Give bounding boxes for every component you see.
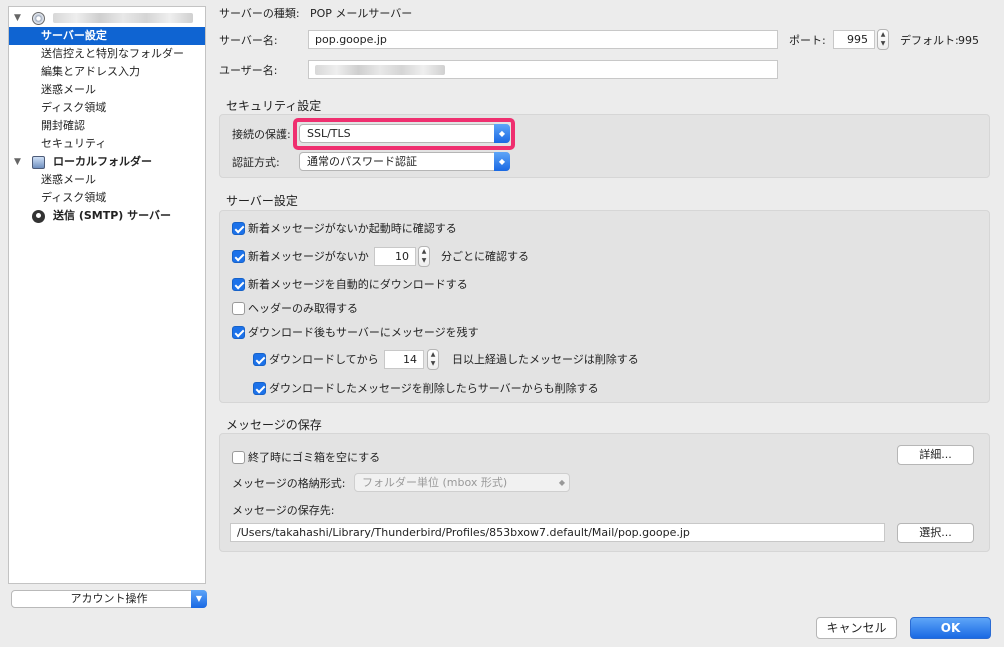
check-startup-checkbox[interactable] [232,222,245,235]
leave-on-server-checkbox[interactable] [232,326,245,339]
headers-only-checkbox[interactable] [232,302,245,315]
sidebar-item-label: セキュリティ [41,137,107,150]
delete-from-server-label: ダウンロードしたメッセージを削除したらサーバーからも削除する [269,382,599,395]
store-type-value: フォルダー単位 (mbox 形式) [362,476,508,489]
default-port-value: 995 [958,34,979,47]
details-button[interactable]: 詳細... [897,445,974,465]
local-dir-input[interactable]: /Users/takahashi/Library/Thunderbird/Pro… [230,523,885,542]
account-tree[interactable]: ▼ サーバー設定 送信控えと特別なフォルダー 編集とアドレス入力 迷惑メール デ… [8,6,206,584]
user-name-redacted [315,65,445,75]
default-port-label: デフォルト: [900,34,959,47]
sidebar-item-receipts[interactable]: 開封確認 [9,117,205,135]
sidebar-item-local-junk[interactable]: 迷惑メール [9,171,205,189]
auth-method-value: 通常のパスワード認証 [307,155,417,168]
local-folder-icon [32,156,45,169]
port-input[interactable]: 995 [833,30,875,49]
sidebar-item-server-settings[interactable]: サーバー設定 [9,27,205,45]
chevron-updown-icon: ◆ [494,124,510,143]
ok-button[interactable]: OK [910,617,991,639]
headers-only-label: ヘッダーのみ取得する [248,302,358,315]
tree-smtp-row[interactable]: 送信 (SMTP) サーバー [9,207,205,225]
server-name-label: サーバー名: [219,34,278,47]
sidebar-item-label: 送信控えと特別なフォルダー [41,47,184,60]
auth-method-select[interactable]: 通常のパスワード認証 ◆ [299,152,510,171]
tree-local-folders-row[interactable]: ▼ ローカルフォルダー [9,153,205,171]
port-label: ポート: [789,34,826,47]
check-interval-stepper[interactable]: ▲ ▼ [418,246,430,267]
browse-button[interactable]: 選択... [897,523,974,543]
empty-trash-label: 終了時にゴミ箱を空にする [248,451,381,464]
store-type-select[interactable]: フォルダー単位 (mbox 形式) ◆ [354,473,570,492]
sidebar-item-label: 開封確認 [41,119,85,132]
server-type-value: POP メールサーバー [310,7,413,20]
empty-trash-checkbox[interactable] [232,451,245,464]
sidebar-item-junk[interactable]: 迷惑メール [9,81,205,99]
check-every-checkbox[interactable] [232,250,245,263]
sidebar-item-local-disk-space[interactable]: ディスク領域 [9,189,205,207]
disclosure-open-icon[interactable]: ▼ [14,9,21,27]
message-storage-section-title: メッセージの保存 [226,418,322,432]
sidebar-item-label: 迷惑メール [41,173,96,186]
chevron-updown-icon: ◆ [494,152,510,171]
chevron-updown-icon: ◆ [558,478,566,487]
account-name-redacted [53,13,193,23]
port-stepper[interactable]: ▲ ▼ [877,29,889,50]
disclosure-open-icon[interactable]: ▼ [14,153,21,171]
sidebar-item-label: 送信 (SMTP) サーバー [53,209,172,222]
sidebar-item-label: サーバー設定 [41,29,107,42]
server-name-input[interactable]: pop.goope.jp [308,30,778,49]
connection-security-select[interactable]: SSL/TLS ◆ [299,124,510,143]
sidebar-item-security[interactable]: セキュリティ [9,135,205,153]
sidebar-item-label: 編集とアドレス入力 [41,65,140,78]
sidebar-item-disk-space[interactable]: ディスク領域 [9,99,205,117]
server-settings-section-title: サーバー設定 [226,194,298,208]
sidebar-item-composition[interactable]: 編集とアドレス入力 [9,63,205,81]
check-interval-input[interactable]: 10 [374,247,416,266]
account-actions-button[interactable]: アカウント操作 ▼ [11,590,207,608]
sidebar-item-label: 迷惑メール [41,83,96,96]
smtp-server-icon [32,210,45,223]
sidebar-item-copies-folders[interactable]: 送信控えと特別なフォルダー [9,45,205,63]
tree-account-row[interactable]: ▼ [9,9,205,27]
auth-method-label: 認証方式: [232,156,280,169]
auto-download-label: 新着メッセージを自動的にダウンロードする [248,278,468,291]
user-name-label: ユーザー名: [219,64,278,77]
delete-from-server-checkbox[interactable] [253,382,266,395]
connection-security-value: SSL/TLS [307,127,351,140]
server-type-label: サーバーの種類: [219,7,300,20]
security-section-title: セキュリティ設定 [226,99,322,113]
sidebar-item-label: ローカルフォルダー [53,155,152,168]
store-type-label: メッセージの格納形式: [232,477,346,490]
cancel-button[interactable]: キャンセル [816,617,897,639]
user-name-input[interactable] [308,60,778,79]
delete-after-label: ダウンロードしてから [269,353,379,366]
mail-account-icon [32,12,45,25]
leave-on-server-label: ダウンロード後もサーバーにメッセージを残す [248,326,479,339]
local-dir-label: メッセージの保存先: [232,504,335,517]
connection-security-label: 接続の保護: [232,128,291,141]
delete-after-days-input[interactable]: 14 [384,350,424,369]
sidebar-item-label: ディスク領域 [41,191,107,204]
delete-after-days-stepper[interactable]: ▲ ▼ [427,349,439,370]
check-every-label: 新着メッセージがないか [248,250,369,263]
auto-download-checkbox[interactable] [232,278,245,291]
chevron-down-icon: ▼ [191,590,207,608]
delete-after-suffix: 日以上経過したメッセージは削除する [452,353,639,366]
check-every-suffix: 分ごとに確認する [441,250,529,263]
sidebar-item-label: ディスク領域 [41,101,107,114]
check-startup-label: 新着メッセージがないか起動時に確認する [248,222,457,235]
account-actions-label: アカウント操作 [70,592,148,605]
delete-after-days-checkbox[interactable] [253,353,266,366]
